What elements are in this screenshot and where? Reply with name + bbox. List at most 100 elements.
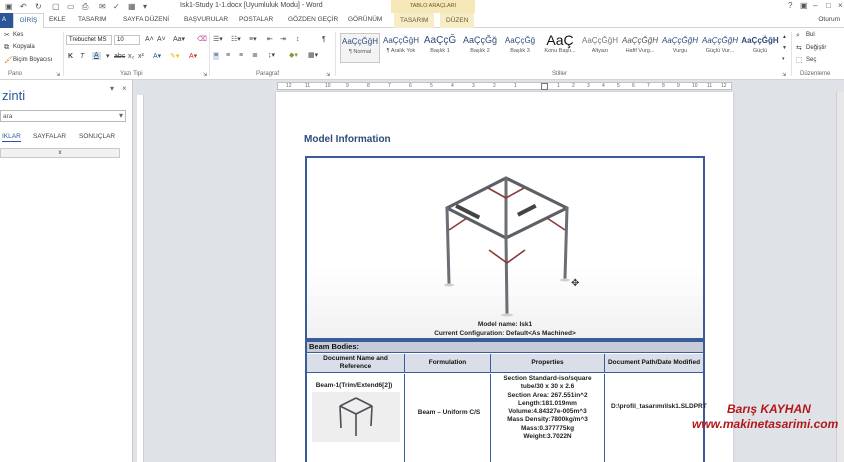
customize-toolbar-icon[interactable]: ▾ [143, 2, 147, 11]
ribbon-display-icon[interactable]: ▣ [800, 1, 808, 10]
sort-icon[interactable]: ↕ [296, 36, 300, 44]
style-no-spacing[interactable]: AaÇçĞğH ¶ Aralık Yok [381, 33, 421, 63]
result-bar[interactable]: x [0, 148, 120, 158]
underline-icon[interactable]: A [92, 52, 101, 60]
tab-table-layout[interactable]: DÜZEN [440, 13, 475, 28]
style-heading-2[interactable]: AaÇçĞğ Başlık 2 [460, 33, 500, 63]
font-color-icon[interactable]: A▾ [189, 53, 197, 61]
cut-icon[interactable]: ✂ [4, 32, 10, 40]
tab-page-layout[interactable]: SAYFA DÜZENİ [123, 16, 169, 23]
tab-pages[interactable]: SAYFALAR [33, 133, 66, 140]
undo-icon[interactable]: ↶ [20, 2, 27, 11]
strikethrough-icon[interactable]: abc [114, 53, 125, 61]
styles-launcher-icon[interactable]: ⇲ [782, 71, 786, 79]
tab-headings[interactable]: IKLAR [2, 133, 21, 142]
tab-table-design[interactable]: TASARIM [394, 13, 435, 28]
copy-icon[interactable]: ⧉ [4, 44, 9, 52]
line-spacing-icon[interactable]: ↨▾ [268, 52, 275, 60]
table-icon[interactable]: ▦ [128, 2, 136, 11]
increase-indent-icon[interactable]: ⇥ [280, 36, 286, 44]
new-document-icon[interactable]: ▢ [52, 2, 60, 11]
tab-results[interactable]: SONUÇLAR [79, 133, 115, 140]
cut-button[interactable]: Kes [13, 32, 23, 38]
align-left-icon[interactable]: ≡ [213, 52, 220, 60]
style-subtitle[interactable]: AaÇçĞğH Altyazı [580, 33, 620, 63]
multilevel-list-icon[interactable]: ≡▾ [249, 36, 257, 44]
shading-icon[interactable]: ◆▾ [289, 52, 298, 60]
style-heading-3[interactable]: AaÇçĞğ Başlık 3 [500, 33, 540, 63]
tab-references[interactable]: BAŞVURULAR [184, 16, 228, 23]
document-page[interactable]: Model Information ✥ Model name: Isk1 Cur… [276, 92, 733, 462]
styles-scroll-down-icon[interactable]: ▼ [782, 44, 787, 52]
save-icon[interactable]: ▣ [5, 2, 13, 11]
subscript-icon[interactable]: x₂ [128, 53, 134, 61]
styles-scroll-up-icon[interactable]: ▲ [782, 33, 787, 41]
borders-icon[interactable]: ▦▾ [308, 52, 318, 60]
find-icon[interactable]: ⌕ [796, 32, 800, 40]
underline-dropdown-icon[interactable]: ▾ [106, 53, 110, 61]
paragraph-launcher-icon[interactable]: ⇲ [326, 71, 330, 79]
select-icon[interactable]: ⬚ [796, 57, 803, 65]
style-subtle-emphasis[interactable]: AaÇçĞğH Hafif Vurg... [620, 33, 660, 63]
text-effects-icon[interactable]: A▾ [153, 53, 161, 61]
font-size-select[interactable]: 10 [114, 35, 140, 45]
replace-button[interactable]: Değiştir [806, 45, 826, 51]
maximize-icon[interactable]: □ [826, 1, 831, 10]
replace-icon[interactable]: ⇆ [796, 45, 802, 53]
print-icon[interactable]: ⎙ [82, 2, 88, 11]
show-formatting-icon[interactable]: ¶ [322, 36, 326, 44]
tab-design[interactable]: TASARIM [78, 16, 106, 23]
shrink-font-icon[interactable]: A˅ [157, 36, 166, 44]
style-intense-emphasis[interactable]: AaÇçĞğH Güçlü Vur... [700, 33, 740, 63]
bold-icon[interactable]: K [68, 53, 73, 61]
styles-more-icon[interactable]: ▾ [782, 55, 785, 63]
tab-home[interactable]: GİRİŞ [13, 13, 44, 28]
style-strong[interactable]: AaÇçĞğH Güçlü [740, 33, 780, 63]
style-emphasis[interactable]: AaÇçĞğH Vurgu [660, 33, 700, 63]
tab-file[interactable]: A [0, 13, 13, 28]
justify-icon[interactable]: ≣ [252, 52, 258, 60]
minimize-icon[interactable]: – [813, 1, 817, 10]
numbering-icon[interactable]: ☷▾ [231, 36, 241, 44]
ruler-band[interactable]: 12 11 10 9 8 7 6 5 4 3 2 1 1 2 3 4 5 6 7… [277, 82, 732, 90]
align-center-icon[interactable]: ≡ [226, 52, 230, 60]
tab-insert[interactable]: EKLE [49, 16, 66, 23]
style-title[interactable]: AaÇ Konu Başlı... [540, 33, 580, 63]
highlight-icon[interactable]: ✎▾ [170, 53, 179, 61]
close-icon[interactable]: × [838, 1, 843, 10]
redo-icon[interactable]: ↻ [35, 2, 42, 11]
superscript-icon[interactable]: x² [138, 53, 144, 61]
style-normal[interactable]: AaÇçĞğH ¶ Normal [340, 33, 380, 63]
tab-mailings[interactable]: POSTALAR [239, 16, 273, 23]
sign-in-link[interactable]: Oturum [818, 16, 840, 23]
decrease-indent-icon[interactable]: ⇤ [267, 36, 273, 44]
style-name: Güçlü [752, 48, 768, 54]
font-launcher-icon[interactable]: ⇲ [203, 71, 207, 79]
spellcheck-icon[interactable]: ✓ [113, 2, 120, 11]
select-button[interactable]: Seç [806, 57, 816, 63]
clear-formatting-icon[interactable]: ⌫ [197, 36, 207, 44]
tab-review[interactable]: GÖZDEN GEÇİR [288, 16, 338, 23]
find-button[interactable]: Bul [806, 32, 815, 38]
grow-font-icon[interactable]: A˄ [145, 36, 154, 44]
italic-icon[interactable]: T [80, 53, 84, 61]
tab-view[interactable]: GÖRÜNÜM [348, 16, 382, 23]
change-case-icon[interactable]: Aa▾ [173, 36, 185, 44]
vertical-scrollbar[interactable] [836, 92, 844, 462]
format-painter-icon[interactable]: 🖌 [4, 57, 13, 65]
help-icon[interactable]: ? [788, 1, 792, 10]
open-folder-icon[interactable]: ▭ [67, 2, 75, 11]
close-pane-icon[interactable]: × [122, 84, 127, 93]
format-painter-button[interactable]: Biçim Boyacısı [13, 57, 52, 63]
bullets-icon[interactable]: ☰▾ [213, 36, 223, 44]
style-heading-1[interactable]: AaÇçĞ Başlık 1 [420, 33, 460, 63]
pane-options-icon[interactable]: ▾ [110, 84, 114, 93]
email-icon[interactable]: ✉ [99, 2, 106, 11]
search-dropdown-icon[interactable]: ▾ [119, 111, 123, 120]
copy-button[interactable]: Kopyala [13, 44, 35, 50]
indent-marker[interactable] [541, 83, 548, 90]
navigation-search-input[interactable]: ara [0, 110, 126, 122]
font-family-select[interactable]: Trebuchet MS [66, 35, 112, 45]
align-right-icon[interactable]: ≡ [239, 52, 243, 60]
clipboard-launcher-icon[interactable]: ⇲ [56, 71, 60, 79]
